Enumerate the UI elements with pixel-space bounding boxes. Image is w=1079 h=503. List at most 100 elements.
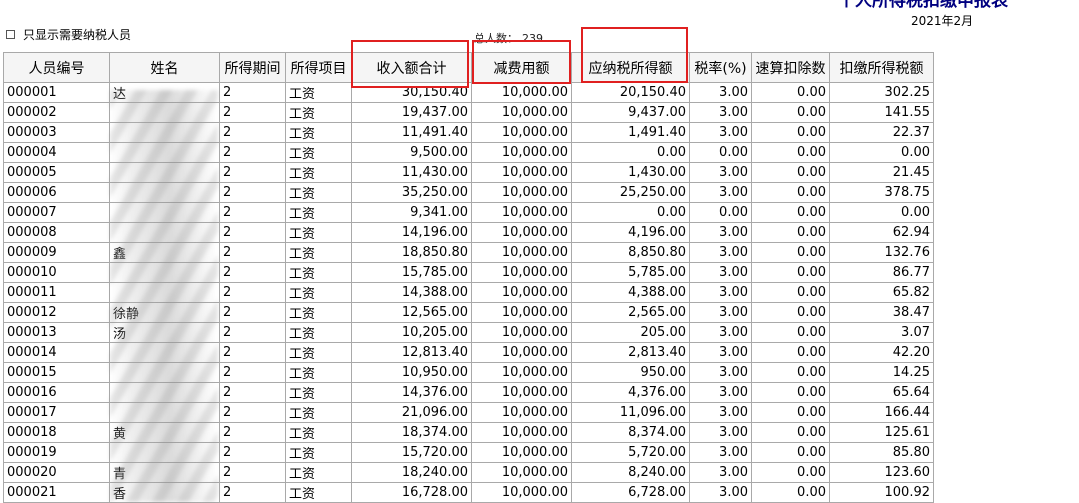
cell-period[interactable]: 2 [219,422,286,443]
cell-taxable[interactable]: 9,437.00 [571,102,690,123]
cell-employee-id[interactable]: 000003 [3,122,110,143]
cell-taxable[interactable]: 2,813.40 [571,342,690,363]
cell-deduction[interactable]: 10,000.00 [471,462,572,483]
cell-taxable[interactable]: 950.00 [571,362,690,383]
cell-rate[interactable]: 0.00 [689,202,752,223]
cell-quick-deduction[interactable]: 0.00 [751,382,830,403]
cell-name[interactable] [109,162,220,183]
cell-deduction[interactable]: 10,000.00 [471,442,572,463]
cell-quick-deduction[interactable]: 0.00 [751,422,830,443]
cell-taxable[interactable]: 25,250.00 [571,182,690,203]
cell-employee-id[interactable]: 000015 [3,362,110,383]
cell-period[interactable]: 2 [219,342,286,363]
col-header-income[interactable]: 收入额合计 [351,52,472,83]
table-row[interactable]: 000018 黄 2 工资 18,374.00 10,000.00 8,374.00 3.00… [3,422,934,443]
cell-employee-id[interactable]: 000020 [3,462,110,483]
cell-income-item[interactable]: 工资 [285,422,352,443]
cell-quick-deduction[interactable]: 0.00 [751,182,830,203]
cell-income[interactable]: 10,950.00 [351,362,472,383]
cell-period[interactable]: 2 [219,362,286,383]
cell-taxable[interactable]: 5,720.00 [571,442,690,463]
cell-deduction[interactable]: 10,000.00 [471,142,572,163]
cell-tax-withheld[interactable]: 22.37 [829,122,934,143]
cell-name[interactable]: 汤 [109,322,220,343]
cell-income-item[interactable]: 工资 [285,202,352,223]
cell-deduction[interactable]: 10,000.00 [471,302,572,323]
cell-name[interactable] [109,122,220,143]
col-header-taxable[interactable]: 应纳税所得额 [571,52,690,83]
cell-income[interactable]: 10,205.00 [351,322,472,343]
cell-deduction[interactable]: 10,000.00 [471,102,572,123]
table-row[interactable]: 000021 香 2 工资 16,728.00 10,000.00 6,728.00 3.00… [3,482,934,503]
cell-employee-id[interactable]: 000010 [3,262,110,283]
cell-income[interactable]: 11,491.40 [351,122,472,143]
cell-quick-deduction[interactable]: 0.00 [751,162,830,183]
cell-employee-id[interactable]: 000014 [3,342,110,363]
cell-income-item[interactable]: 工资 [285,222,352,243]
cell-taxable[interactable]: 5,785.00 [571,262,690,283]
cell-tax-withheld[interactable]: 132.76 [829,242,934,263]
cell-period[interactable]: 2 [219,102,286,123]
cell-employee-id[interactable]: 000006 [3,182,110,203]
cell-rate[interactable]: 3.00 [689,402,752,423]
cell-rate[interactable]: 3.00 [689,282,752,303]
cell-period[interactable]: 2 [219,402,286,423]
cell-tax-withheld[interactable]: 3.07 [829,322,934,343]
cell-employee-id[interactable]: 000011 [3,282,110,303]
cell-rate[interactable]: 3.00 [689,342,752,363]
cell-income[interactable]: 9,341.00 [351,202,472,223]
cell-income[interactable]: 9,500.00 [351,142,472,163]
cell-tax-withheld[interactable]: 100.92 [829,482,934,503]
cell-taxable[interactable]: 205.00 [571,322,690,343]
cell-tax-withheld[interactable]: 65.64 [829,382,934,403]
cell-employee-id[interactable]: 000018 [3,422,110,443]
cell-rate[interactable]: 3.00 [689,382,752,403]
cell-tax-withheld[interactable]: 14.25 [829,362,934,383]
cell-tax-withheld[interactable]: 123.60 [829,462,934,483]
cell-quick-deduction[interactable]: 0.00 [751,302,830,323]
cell-period[interactable]: 2 [219,242,286,263]
cell-income-item[interactable]: 工资 [285,382,352,403]
cell-rate[interactable]: 3.00 [689,362,752,383]
col-header-tax-withheld[interactable]: 扣缴所得税额 [829,52,934,83]
cell-deduction[interactable]: 10,000.00 [471,202,572,223]
cell-income-item[interactable]: 工资 [285,322,352,343]
table-row[interactable]: 000015 2 工资 10,950.00 10,000.00 950.00 3.00 0.0… [3,362,934,383]
cell-name[interactable]: 达 [109,82,220,103]
cell-tax-withheld[interactable]: 0.00 [829,202,934,223]
cell-name[interactable] [109,202,220,223]
cell-taxable[interactable]: 8,240.00 [571,462,690,483]
cell-deduction[interactable]: 10,000.00 [471,362,572,383]
cell-taxable[interactable]: 11,096.00 [571,402,690,423]
cell-quick-deduction[interactable]: 0.00 [751,222,830,243]
cell-income-item[interactable]: 工资 [285,282,352,303]
cell-income-item[interactable]: 工资 [285,442,352,463]
col-header-period[interactable]: 所得期间 [219,52,286,83]
table-row[interactable]: 000013 汤 2 工资 10,205.00 10,000.00 205.00 3.00 0.… [3,322,934,343]
cell-tax-withheld[interactable]: 166.44 [829,402,934,423]
table-row[interactable]: 000010 2 工资 15,785.00 10,000.00 5,785.00 3.00 0… [3,262,934,283]
cell-deduction[interactable]: 10,000.00 [471,342,572,363]
cell-name[interactable] [109,222,220,243]
table-row[interactable]: 000019 2 工资 15,720.00 10,000.00 5,720.00 3.00 0… [3,442,934,463]
cell-deduction[interactable]: 10,000.00 [471,82,572,103]
cell-name[interactable] [109,102,220,123]
cell-employee-id[interactable]: 000019 [3,442,110,463]
cell-period[interactable]: 2 [219,202,286,223]
cell-quick-deduction[interactable]: 0.00 [751,102,830,123]
cell-income[interactable]: 12,813.40 [351,342,472,363]
cell-deduction[interactable]: 10,000.00 [471,282,572,303]
cell-income[interactable]: 14,196.00 [351,222,472,243]
cell-tax-withheld[interactable]: 62.94 [829,222,934,243]
cell-deduction[interactable]: 10,000.00 [471,402,572,423]
cell-taxable[interactable]: 4,196.00 [571,222,690,243]
cell-period[interactable]: 2 [219,442,286,463]
cell-income[interactable]: 21,096.00 [351,402,472,423]
cell-income-item[interactable]: 工资 [285,122,352,143]
cell-name[interactable] [109,342,220,363]
cell-deduction[interactable]: 10,000.00 [471,222,572,243]
cell-income[interactable]: 18,374.00 [351,422,472,443]
cell-income[interactable]: 30,150.40 [351,82,472,103]
cell-employee-id[interactable]: 000004 [3,142,110,163]
cell-name[interactable] [109,382,220,403]
